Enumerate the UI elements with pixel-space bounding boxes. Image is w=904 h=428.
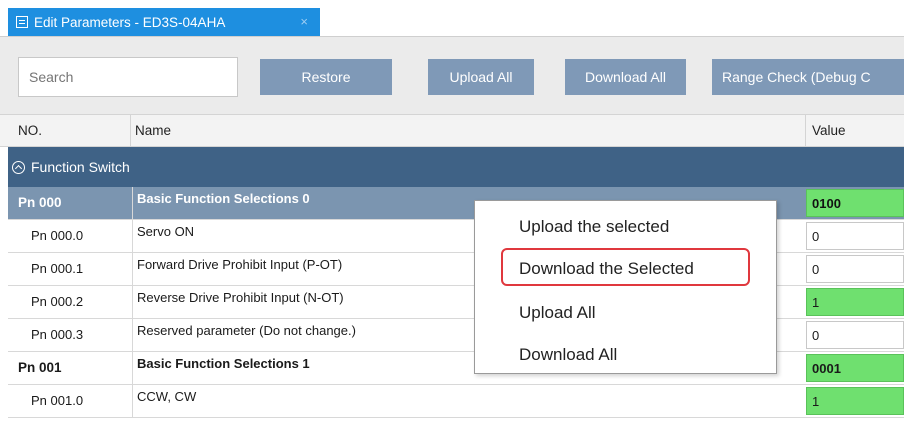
row-name: CCW, CW (132, 385, 196, 417)
row-name: Reverse Drive Prohibit Input (N-OT) (132, 286, 344, 318)
menu-item-download-selected[interactable]: Download the Selected (519, 259, 694, 279)
range-check-button[interactable]: Range Check (Debug C (712, 59, 904, 95)
tab-title: Edit Parameters - ED3S-04AHA (34, 14, 226, 30)
column-header-value[interactable]: Value (812, 123, 846, 138)
row-number: Pn 000 (18, 195, 62, 210)
row-name: Reserved parameter (Do not change.) (132, 319, 356, 351)
row-number: Pn 000.3 (31, 327, 84, 342)
menu-item-download-all[interactable]: Download All (519, 345, 617, 365)
restore-button[interactable]: Restore (260, 59, 392, 95)
row-number: Pn 001.0 (31, 393, 84, 408)
row-name: Servo ON (132, 220, 194, 252)
row-value[interactable]: 0 (806, 255, 904, 283)
row-value[interactable]: 0 (806, 222, 904, 250)
search-input[interactable] (18, 57, 238, 97)
row-name: Basic Function Selections 0 (132, 187, 310, 219)
row-number: Pn 000.0 (31, 228, 84, 243)
column-divider[interactable] (805, 115, 806, 146)
row-number: Pn 001 (18, 360, 62, 375)
upload-all-button[interactable]: Upload All (428, 59, 534, 95)
column-header-name[interactable]: Name (135, 123, 171, 138)
row-value[interactable]: 0 (806, 321, 904, 349)
row-name: Basic Function Selections 1 (132, 352, 310, 384)
context-menu: Upload the selected Download the Selecte… (474, 200, 777, 374)
document-icon (16, 16, 28, 28)
row-number: Pn 000.1 (31, 261, 84, 276)
download-all-button[interactable]: Download All (565, 59, 686, 95)
toolbar: Restore Upload All Download All Range Ch… (0, 36, 904, 114)
column-header-no[interactable]: NO. (18, 123, 42, 138)
menu-item-upload-all[interactable]: Upload All (519, 303, 596, 323)
group-function-switch[interactable]: Function Switch (8, 147, 904, 187)
row-value[interactable]: 1 (806, 387, 904, 415)
menu-item-upload-selected[interactable]: Upload the selected (519, 217, 669, 237)
table-row[interactable]: Pn 001.0 CCW, CW 1 (8, 385, 904, 418)
tab-edit-parameters[interactable]: Edit Parameters - ED3S-04AHA × (8, 8, 320, 36)
row-value[interactable]: 0100 (806, 189, 904, 217)
row-number: Pn 000.2 (31, 294, 84, 309)
column-divider[interactable] (130, 115, 131, 146)
row-name: Forward Drive Prohibit Input (P-OT) (132, 253, 342, 285)
row-value[interactable]: 0001 (806, 354, 904, 382)
close-icon[interactable]: × (300, 14, 308, 29)
table-header: NO. Name Value (0, 114, 904, 147)
row-value[interactable]: 1 (806, 288, 904, 316)
collapse-icon[interactable] (12, 160, 25, 174)
group-label: Function Switch (31, 159, 130, 175)
